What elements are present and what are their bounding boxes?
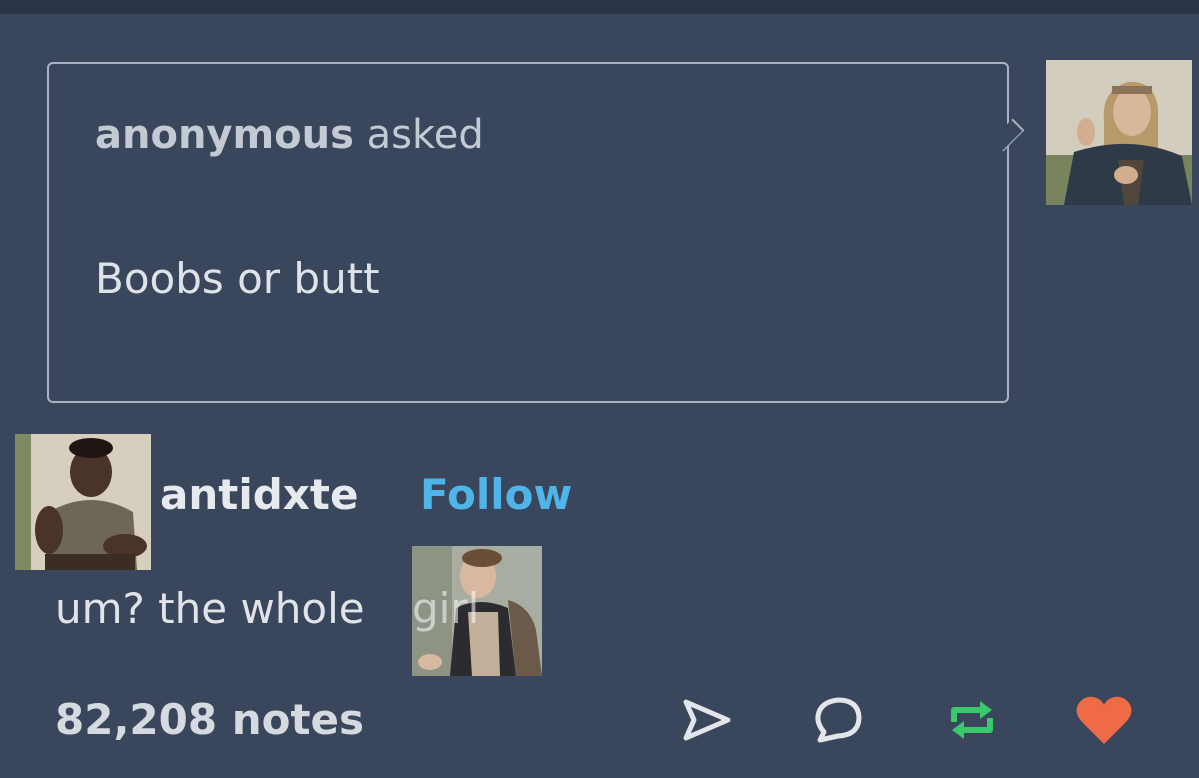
reply-icon <box>815 697 862 743</box>
reblog-button[interactable] <box>940 688 1004 752</box>
answerer-username[interactable]: antidxte <box>160 470 358 519</box>
follow-button[interactable]: Follow <box>420 470 572 519</box>
answer-text-tail: girl <box>412 584 480 633</box>
ask-question: Boobs or butt <box>95 254 380 303</box>
ask-bubble: anonymous asked Boobs or butt <box>47 62 1025 403</box>
send-icon <box>683 699 731 741</box>
asker-name[interactable]: anonymous <box>95 112 354 158</box>
ask-bubble-tail <box>991 118 1025 152</box>
share-button[interactable] <box>674 688 738 752</box>
answerer-avatar-image <box>15 434 151 570</box>
ask-header: anonymous asked <box>95 112 484 158</box>
asker-avatar-image <box>1046 60 1192 205</box>
reblog-icon <box>951 701 993 739</box>
answer-text: um? the whole <box>55 584 365 633</box>
asker-avatar[interactable] <box>1046 60 1192 205</box>
asked-label: asked <box>366 112 484 158</box>
reply-button[interactable] <box>806 688 870 752</box>
top-bar <box>0 0 1199 14</box>
notes-count[interactable]: 82,208 notes <box>55 695 364 744</box>
like-button[interactable] <box>1072 688 1136 752</box>
heart-icon <box>1076 696 1132 744</box>
answerer-avatar[interactable] <box>15 434 151 570</box>
